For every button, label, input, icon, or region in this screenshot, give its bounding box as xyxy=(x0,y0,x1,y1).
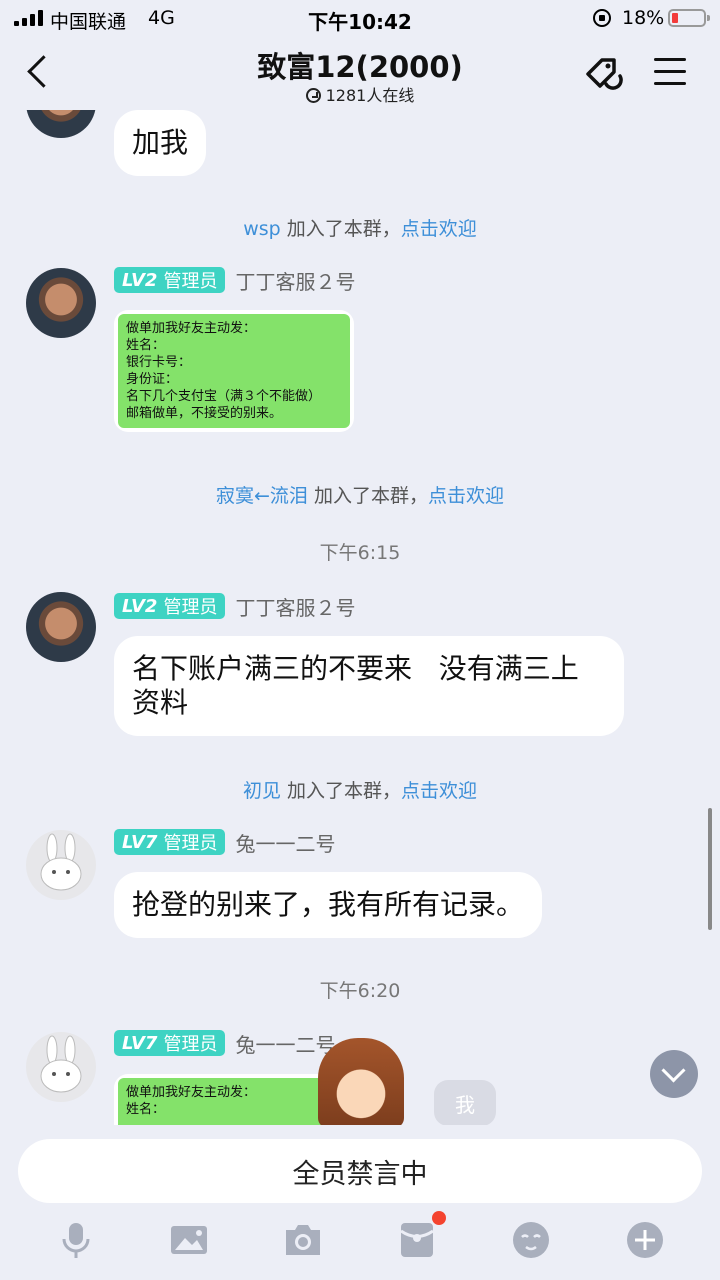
chat-header: 致富12(2000) 1281人在线 xyxy=(0,36,720,110)
sender-name[interactable]: 兔一一二号 xyxy=(235,1029,335,1058)
sender-name[interactable]: 兔一一二号 xyxy=(235,828,335,857)
emoji-icon xyxy=(513,1222,549,1258)
joined-text: 加入了本群， xyxy=(287,780,402,802)
rabbit-avatar-icon xyxy=(40,833,82,891)
sender-meta: LV2 管理员 丁丁客服２号 xyxy=(114,592,355,621)
more-button[interactable] xyxy=(625,1220,665,1260)
level-badge: LV2 管理员 xyxy=(114,593,226,619)
sender-meta: LV2 管理员 丁丁客服２号 xyxy=(114,266,355,295)
online-icon xyxy=(305,88,321,103)
voice-button[interactable] xyxy=(56,1220,96,1260)
avatar[interactable] xyxy=(26,592,96,662)
notification-dot xyxy=(432,1211,446,1225)
online-count-text: 1281人在线 xyxy=(325,86,415,105)
joined-text: 加入了本群， xyxy=(313,485,428,507)
input-toolbar xyxy=(0,1212,720,1272)
message-line: 名下账户满三的不要来 没有满三上 xyxy=(132,652,579,685)
mention-chip[interactable]: 我 xyxy=(434,1080,496,1125)
message-bubble[interactable]: 抢登的别来了，我有所有记录。 xyxy=(114,872,543,938)
camera-button[interactable] xyxy=(283,1220,323,1260)
red-packet-icon xyxy=(400,1223,434,1257)
battery-icon xyxy=(668,9,710,27)
cartoon-sticker[interactable] xyxy=(318,1038,404,1125)
level-badge: LV7 管理员 xyxy=(114,1030,226,1056)
red-packet-button[interactable] xyxy=(397,1220,437,1260)
image-icon xyxy=(171,1226,207,1254)
welcome-link[interactable]: 点击欢迎 xyxy=(401,218,477,240)
welcome-link[interactable]: 点击欢迎 xyxy=(401,780,477,802)
level-badge: LV2 管理员 xyxy=(114,267,226,293)
avatar[interactable] xyxy=(26,268,96,338)
system-notice: 初见 加入了本群，点击欢迎 xyxy=(0,776,720,803)
all-muted-bar: 全员禁言中 xyxy=(18,1139,702,1203)
joined-user-name[interactable]: wsp xyxy=(243,218,281,240)
microphone-icon xyxy=(62,1223,90,1258)
level-badge: LV7 管理员 xyxy=(114,829,226,855)
joined-text: 加入了本群， xyxy=(286,218,401,240)
scroll-to-bottom-button[interactable] xyxy=(650,1050,698,1098)
sender-meta: LV7 管理员 兔一一二号 xyxy=(114,828,335,857)
chat-messages[interactable]: 加我 wsp 加入了本群，点击欢迎 LV2 管理员 丁丁客服２号 做单加我好友主动… xyxy=(0,110,720,1125)
avatar[interactable] xyxy=(26,830,96,900)
message-bubble[interactable]: 加我 xyxy=(114,110,207,176)
timestamp: 下午6:15 xyxy=(319,542,401,564)
system-notice: 寂寞←流泪 加入了本群，点击欢迎 xyxy=(0,481,720,508)
rotation-lock-icon xyxy=(593,9,611,27)
group-tag-button[interactable] xyxy=(584,54,628,94)
photo-button[interactable] xyxy=(169,1220,209,1260)
sender-name[interactable]: 丁丁客服２号 xyxy=(235,592,355,621)
avatar[interactable] xyxy=(26,110,96,138)
image-content: 做单加我好友主动发： 姓名： xyxy=(118,1078,350,1125)
status-time: 下午10:42 xyxy=(308,10,412,34)
menu-button[interactable] xyxy=(654,58,686,88)
status-bar: 中国联通 4G 下午10:42 18% xyxy=(0,0,720,36)
battery-percent: 18% xyxy=(622,7,665,29)
sender-name[interactable]: 丁丁客服２号 xyxy=(235,266,355,295)
camera-icon xyxy=(286,1225,320,1255)
message-bubble[interactable]: 名下账户满三的不要来 没有满三上 资料 xyxy=(114,636,624,736)
sender-meta: LV7 管理员 兔一一二号 xyxy=(114,1029,335,1058)
rabbit-avatar-icon xyxy=(40,1035,82,1093)
timestamp: 下午6:20 xyxy=(319,980,401,1002)
plus-icon xyxy=(627,1222,663,1258)
image-message[interactable]: 做单加我好友主动发： 姓名： 银行卡号： 身份证： 名下几个支付宝（满３个不能做… xyxy=(114,310,354,432)
avatar[interactable] xyxy=(26,1032,96,1102)
joined-user-name[interactable]: 寂寞←流泪 xyxy=(216,485,308,507)
image-content: 做单加我好友主动发： 姓名： 银行卡号： 身份证： 名下几个支付宝（满３个不能做… xyxy=(118,314,350,428)
system-notice: wsp 加入了本群，点击欢迎 xyxy=(0,214,720,241)
joined-user-name[interactable]: 初见 xyxy=(243,780,281,802)
scrollbar[interactable] xyxy=(708,808,712,930)
welcome-link[interactable]: 点击欢迎 xyxy=(428,485,504,507)
emoji-button[interactable] xyxy=(511,1220,551,1260)
tag-icon xyxy=(586,58,623,90)
message-line: 资料 xyxy=(132,686,189,719)
